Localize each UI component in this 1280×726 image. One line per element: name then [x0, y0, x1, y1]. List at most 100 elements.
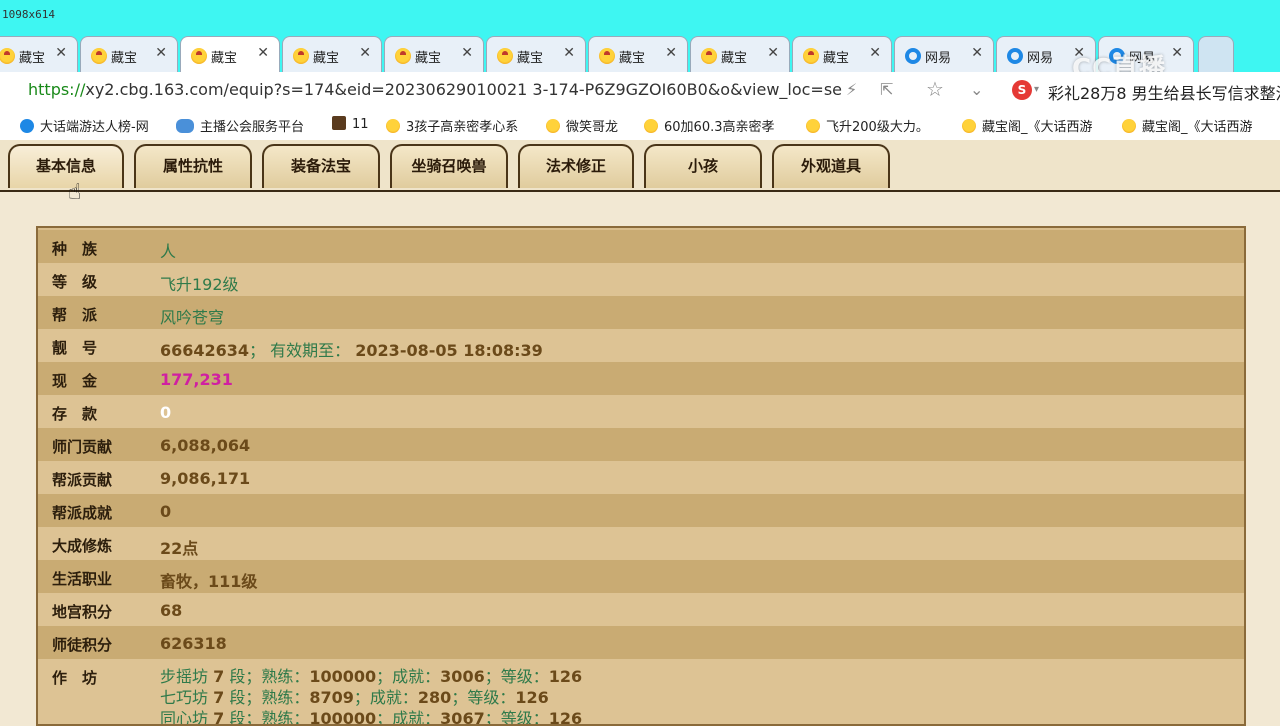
- resolution-label: 1098x614: [2, 8, 55, 21]
- tab-spell-mods[interactable]: 法术修正: [518, 144, 634, 188]
- bookmark-item[interactable]: 大话端游达人榜-网: [20, 116, 149, 135]
- close-icon[interactable]: ✕: [767, 45, 779, 61]
- bookmark-item[interactable]: 11: [332, 116, 369, 134]
- bookmark-item[interactable]: 藏宝阁_《大话西游: [962, 116, 1093, 135]
- tab-attributes[interactable]: 属性抗性: [134, 144, 252, 188]
- tab-label: 网易: [1027, 51, 1054, 66]
- tab-label: 藏宝: [721, 51, 748, 66]
- cbg-logo-icon: [644, 119, 658, 133]
- close-icon[interactable]: ✕: [257, 45, 269, 61]
- separator: ；: [249, 341, 266, 360]
- bookmark-label: 11: [352, 117, 369, 132]
- news-headline[interactable]: 彩礼28万8 男生给县长写信求整治: [1048, 80, 1280, 104]
- browser-tab[interactable]: 藏宝 ✕: [80, 36, 178, 72]
- bookmark-item[interactable]: 藏宝阁_《大话西游: [1122, 116, 1253, 135]
- close-icon[interactable]: ✕: [563, 45, 575, 61]
- tab-label: 藏宝: [823, 51, 850, 66]
- row-label: 作 坊: [52, 669, 98, 687]
- url-protocol: https://: [28, 80, 86, 99]
- lightning-icon[interactable]: ⚡: [846, 80, 857, 99]
- close-icon[interactable]: ✕: [1171, 45, 1183, 61]
- browser-tab[interactable]: 藏宝 ✕: [792, 36, 892, 72]
- row-label: 师徒积分: [52, 636, 113, 654]
- cbg-logo-icon: [599, 48, 615, 64]
- workshop-lvl: 126: [548, 667, 583, 686]
- workshop-lvl: 126: [548, 709, 583, 726]
- bookmark-item[interactable]: 60加60.3高亲密孝: [644, 116, 775, 135]
- cloud-icon: [176, 119, 194, 133]
- browser-tab-active[interactable]: 藏宝 ✕: [180, 36, 280, 72]
- dropdown-icon[interactable]: ▾: [1034, 84, 1039, 95]
- browser-tab[interactable]: 藏宝 ✕: [588, 36, 688, 72]
- browser-tab[interactable]: 藏宝 ✕: [282, 36, 382, 72]
- sogou-icon[interactable]: S: [1012, 80, 1032, 100]
- bookmark-label: 飞升200级大力。: [826, 120, 929, 135]
- new-tab-button[interactable]: [1198, 36, 1234, 72]
- workshop-text: ；成就：: [376, 709, 441, 726]
- info-row-deposit: 存 款 0: [38, 395, 1244, 428]
- bookmark-item[interactable]: 3孩子高亲密孝心系: [386, 116, 519, 135]
- info-row-school-contrib: 师门贡献 6,088,064: [38, 428, 1244, 461]
- tab-label: 藏宝: [517, 51, 544, 66]
- share-icon[interactable]: ⇱: [880, 80, 893, 99]
- cbg-logo-icon: [91, 48, 107, 64]
- browser-tab[interactable]: 藏宝 ✕: [0, 36, 78, 72]
- tab-label: 藏宝: [211, 51, 238, 66]
- row-value: 66642634； 有效期至： 2023-08-05 18:08:39: [160, 337, 543, 361]
- info-row-race: 种 族 人: [38, 230, 1244, 263]
- tab-label: 藏宝: [111, 51, 138, 66]
- ie-icon: [1007, 48, 1023, 64]
- bookmark-label: 微笑哥龙: [566, 120, 619, 135]
- row-label: 地宫积分: [52, 603, 113, 621]
- close-icon[interactable]: ✕: [461, 45, 473, 61]
- title-bar: 1098x614: [0, 0, 1280, 32]
- info-row-level: 等 级 飞升192级: [38, 263, 1244, 296]
- bookmark-label: 藏宝阁_《大话西游: [982, 120, 1093, 135]
- tab-label: 藏宝: [313, 51, 340, 66]
- tab-basic-info[interactable]: 基本信息: [8, 144, 124, 188]
- close-icon[interactable]: ✕: [155, 45, 167, 61]
- browser-tab[interactable]: 藏宝 ✕: [486, 36, 586, 72]
- row-value: 飞升192级: [160, 275, 239, 294]
- info-row-mentor: 师徒积分 626318: [38, 626, 1244, 659]
- close-icon[interactable]: ✕: [869, 45, 881, 61]
- browser-tab[interactable]: 藏宝 ✕: [690, 36, 790, 72]
- close-icon[interactable]: ✕: [55, 45, 67, 61]
- cbg-logo-icon: [546, 119, 560, 133]
- tab-mounts-pets[interactable]: 坐骑召唤兽: [390, 144, 508, 188]
- tab-equipment[interactable]: 装备法宝: [262, 144, 380, 188]
- url-field[interactable]: https://xy2.cbg.163.com/equip?s=174&eid=…: [28, 80, 842, 99]
- star-icon[interactable]: ☆: [926, 77, 944, 101]
- browser-tab[interactable]: 藏宝 ✕: [384, 36, 484, 72]
- close-icon[interactable]: ✕: [359, 45, 371, 61]
- bookmarks-bar: 大话端游达人榜-网 主播公会服务平台 11 3孩子高亲密孝心系 微笑哥龙 60加…: [0, 108, 1280, 141]
- info-row-guild-contrib: 帮派贡献 9,086,171: [38, 461, 1244, 494]
- bookmark-item[interactable]: 微笑哥龙: [546, 116, 619, 135]
- ie-icon: [20, 119, 34, 133]
- workshop-line: 同心坊 7 段；熟练：100000；成就：3067；等级：126: [160, 705, 583, 726]
- row-label: 师门贡献: [52, 438, 113, 456]
- row-value: 畜牧，111级: [160, 572, 258, 591]
- bookmark-label: 3孩子高亲密孝心系: [406, 120, 519, 135]
- bookmark-item[interactable]: 飞升200级大力。: [806, 116, 929, 135]
- tab-children[interactable]: 小孩: [644, 144, 762, 188]
- bookmark-label: 主播公会服务平台: [200, 120, 305, 135]
- workshop-skill: 100000: [309, 709, 377, 726]
- tab-appearance[interactable]: 外观道具: [772, 144, 890, 188]
- address-bar[interactable]: https://xy2.cbg.163.com/equip?s=174&eid=…: [0, 72, 1280, 109]
- bookmark-item[interactable]: 主播公会服务平台: [176, 116, 305, 135]
- row-label: 存 款: [52, 405, 98, 423]
- ie-icon: [905, 48, 921, 64]
- close-icon[interactable]: ✕: [665, 45, 677, 61]
- row-label: 等 级: [52, 273, 98, 291]
- tab-label: 藏宝: [619, 51, 646, 66]
- browser-tab[interactable]: 网易 ✕: [894, 36, 994, 72]
- bookmark-label: 藏宝阁_《大话西游: [1142, 120, 1253, 135]
- info-row-life-job: 生活职业 畜牧，111级: [38, 560, 1244, 593]
- close-icon[interactable]: ✕: [971, 45, 983, 61]
- chevron-down-icon[interactable]: ⌄: [970, 80, 983, 99]
- cbg-logo-icon: [395, 48, 411, 64]
- hand-cursor-icon: ☝: [68, 180, 82, 205]
- info-row-id: 靓 号 66642634； 有效期至： 2023-08-05 18:08:39: [38, 329, 1244, 362]
- cbg-logo-icon: [0, 48, 15, 64]
